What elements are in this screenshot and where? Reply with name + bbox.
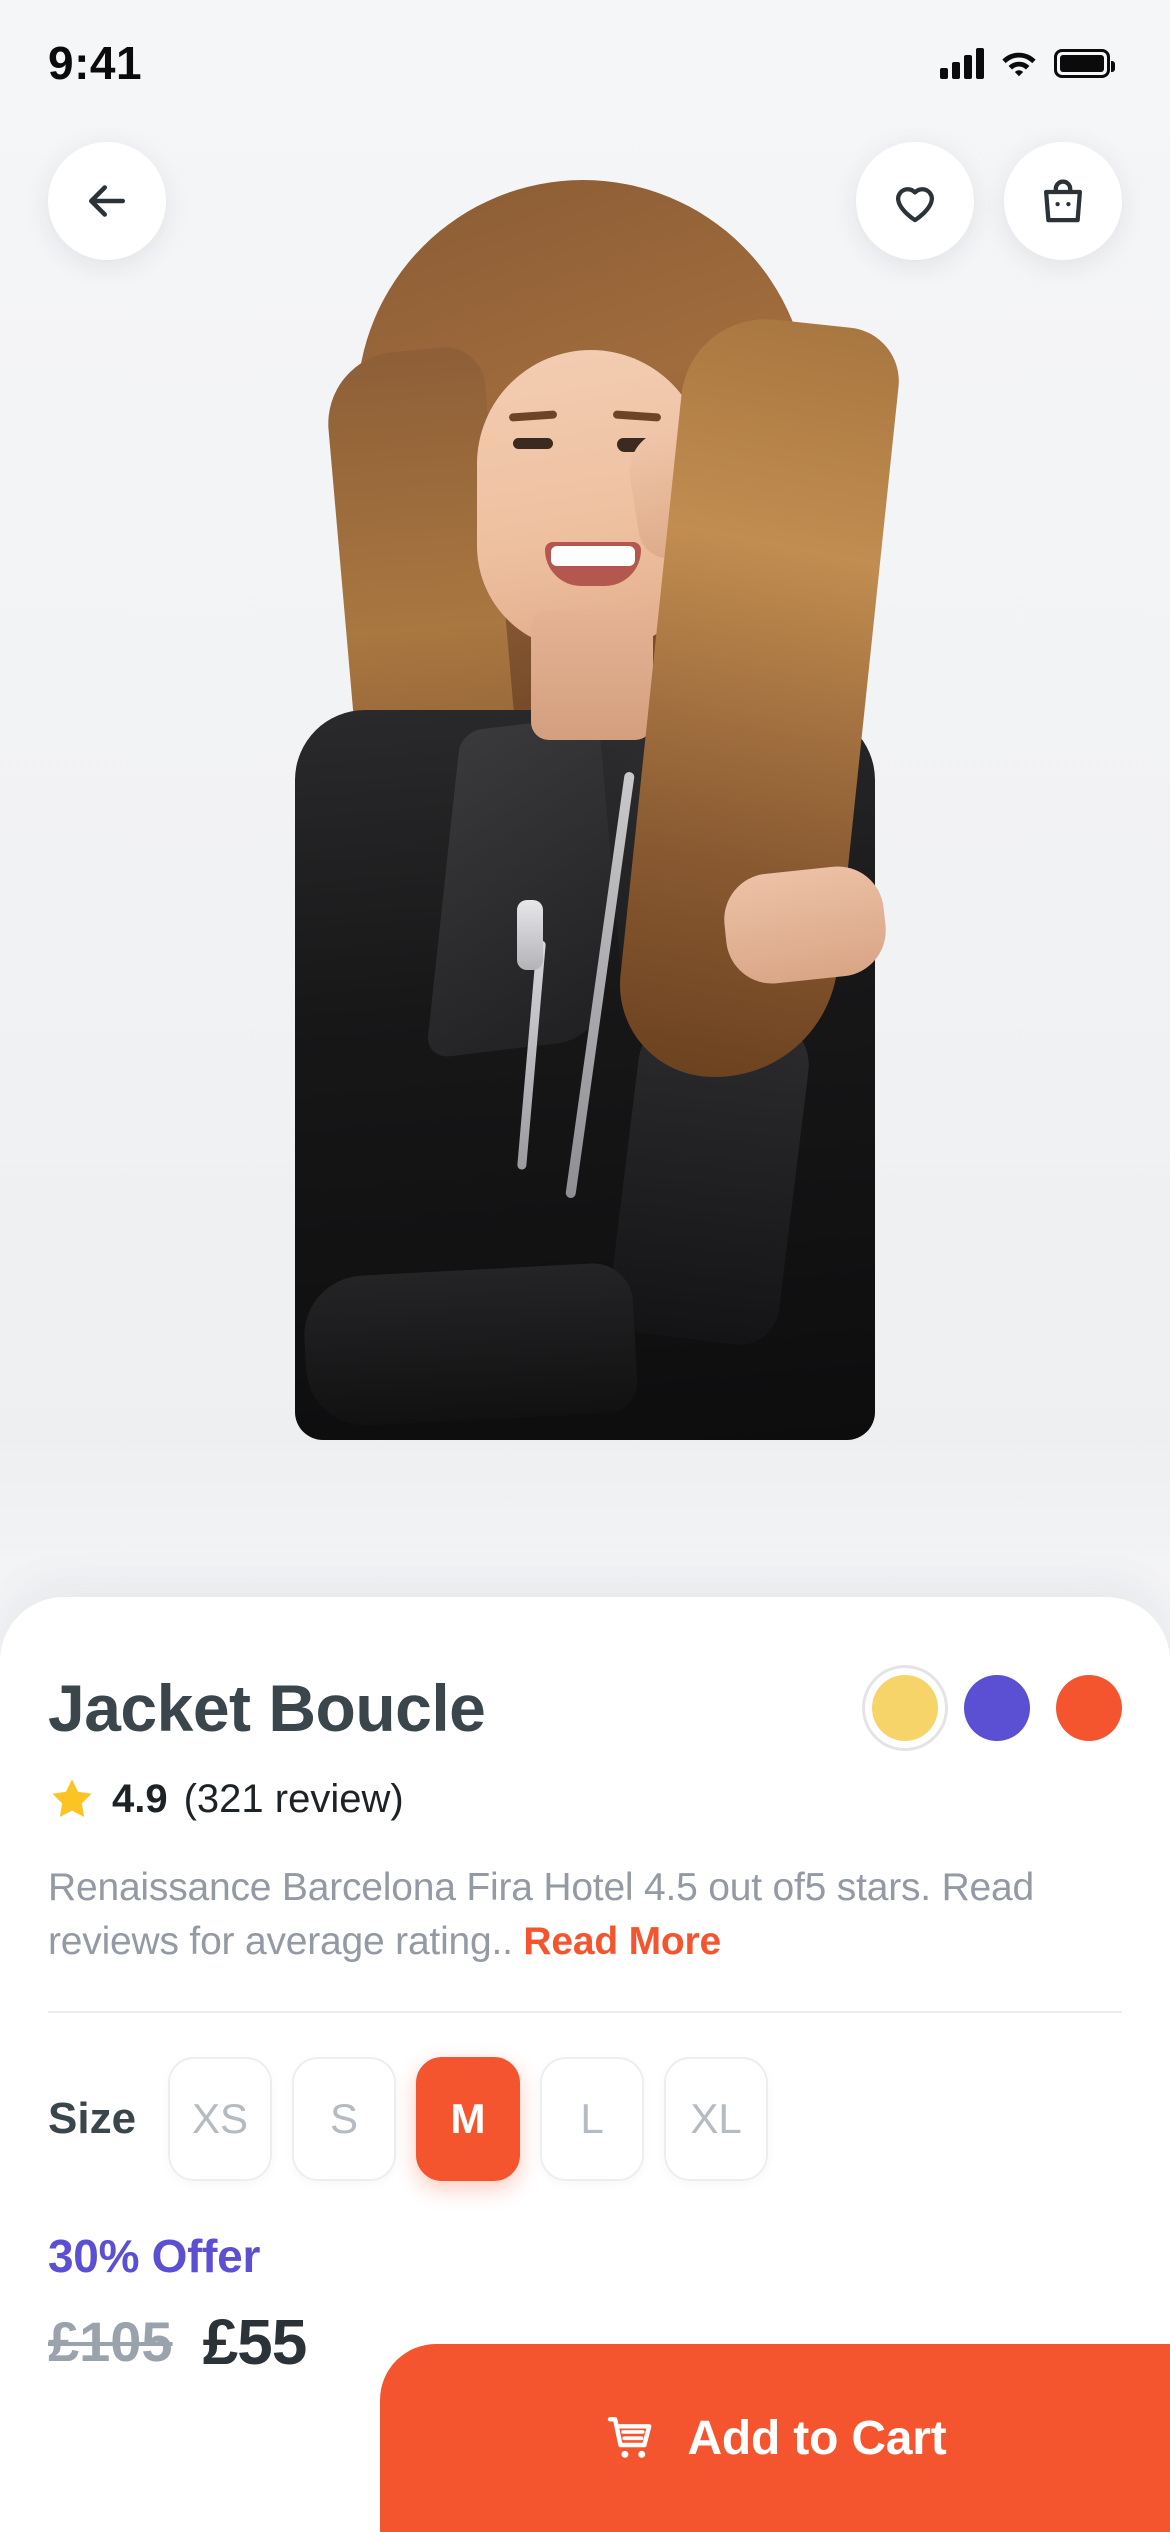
- color-swatch-orange[interactable]: [1056, 1675, 1122, 1741]
- eye-left: [513, 438, 553, 449]
- top-navigation-bar: [0, 142, 1170, 260]
- rating-value: 4.9: [112, 1776, 168, 1821]
- favorite-button[interactable]: [856, 142, 974, 260]
- size-label: Size: [48, 2093, 137, 2143]
- price-original: £105: [48, 2310, 173, 2374]
- page-title: Jacket Boucle: [48, 1671, 486, 1745]
- add-to-cart-label: Add to Cart: [687, 2411, 947, 2465]
- color-swatch-purple[interactable]: [964, 1675, 1030, 1741]
- title-row: Jacket Boucle: [48, 1675, 1122, 1741]
- color-swatch-group: [872, 1675, 1122, 1741]
- color-swatch-yellow[interactable]: [872, 1675, 938, 1741]
- status-icons: [940, 33, 1115, 79]
- back-button[interactable]: [48, 142, 166, 260]
- status-time: 9:41: [48, 37, 143, 89]
- size-option-s[interactable]: S: [292, 2056, 397, 2181]
- arrow-left-icon: [89, 185, 125, 217]
- wifi-icon: [1000, 47, 1038, 79]
- star-icon: [52, 1779, 92, 1817]
- product-detail-screen: 9:41 Jacket Boucle 4.9 (321 review) Rena…: [0, 0, 1170, 2532]
- battery-icon: [1054, 48, 1115, 78]
- top-nav-actions: [856, 142, 1122, 260]
- section-divider: [48, 2010, 1122, 2013]
- size-option-xs[interactable]: XS: [168, 2056, 273, 2181]
- rating-row: 4.9 (321 review): [48, 1775, 1122, 1823]
- product-photo: [265, 170, 905, 1610]
- heart-icon: [895, 187, 935, 223]
- size-option-m[interactable]: M: [416, 2056, 521, 2181]
- offer-badge: 30% Offer: [48, 2229, 261, 2282]
- add-to-cart-button[interactable]: Add to Cart: [380, 2344, 1170, 2532]
- review-count: (321 review): [183, 1776, 404, 1821]
- model-neck: [531, 610, 653, 740]
- shopping-cart-icon: [608, 2417, 652, 2458]
- jacket-arm-left: [301, 1261, 639, 1429]
- shopping-bag-button[interactable]: [1004, 142, 1122, 260]
- size-option-xl[interactable]: XL: [664, 2056, 769, 2181]
- product-detail-card: Jacket Boucle 4.9 (321 review) Renaissan…: [0, 1597, 1170, 2532]
- shopping-bag-icon: [1043, 179, 1083, 223]
- zipper-pull-icon: [517, 900, 543, 970]
- cellular-signal-icon: [940, 47, 984, 79]
- size-option-l[interactable]: L: [540, 2056, 645, 2181]
- read-more-link[interactable]: Read More: [523, 1920, 721, 1963]
- status-bar: 9:41: [0, 0, 1170, 112]
- product-description: Renaissance Barcelona Fira Hotel 4.5 out…: [48, 1861, 1122, 1969]
- size-selector: Size XS S M L XL: [48, 2056, 1122, 2181]
- price-current: £55: [202, 2305, 308, 2378]
